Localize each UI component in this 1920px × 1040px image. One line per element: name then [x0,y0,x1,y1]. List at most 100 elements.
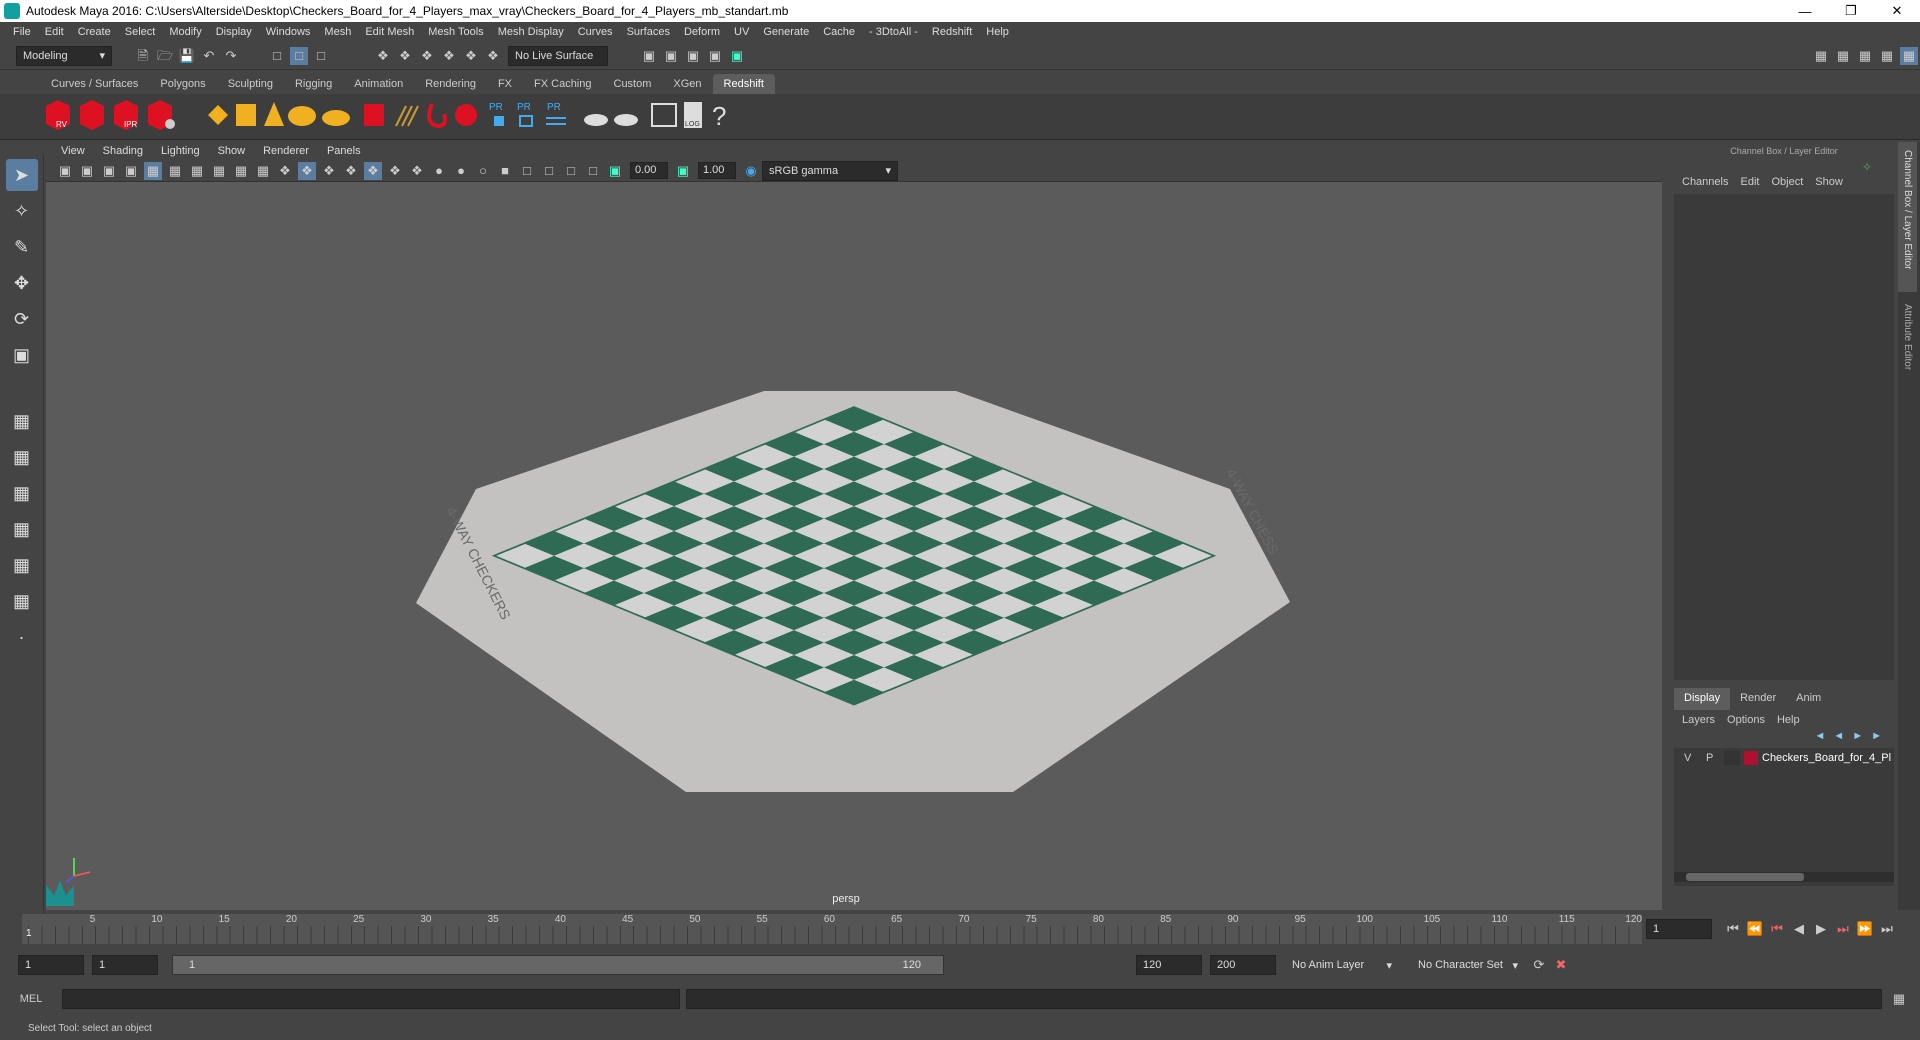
menu-curves[interactable]: Curves [571,26,620,38]
checkers-board-model[interactable]: 4-WAY CHECKERS 4-WAY CHESS persp [46,182,1662,910]
rs-sphere-icon[interactable] [455,104,477,126]
rs-curve-icon[interactable] [427,103,448,129]
layer-visibility-toggle[interactable]: V [1684,752,1706,764]
make-live-icon[interactable]: ❖ [484,47,502,65]
vp-menu-lighting[interactable]: Lighting [152,145,209,157]
tab-rendering[interactable]: Rendering [414,74,487,94]
camera-attr-icon[interactable]: ▣ [78,162,96,180]
menu-help[interactable]: Help [979,26,1016,38]
pr-export-icon[interactable]: PR [517,102,533,127]
menu-mesh[interactable]: Mesh [317,26,358,38]
layout-single-icon[interactable]: ▦ [6,405,38,437]
go-to-end-icon[interactable]: ⏭ [1878,920,1896,938]
cb-menu-show[interactable]: Show [1809,176,1849,194]
image-plane-icon[interactable]: ▣ [122,162,140,180]
film-gate-icon[interactable]: ▦ [166,162,184,180]
tab-sculpting[interactable]: Sculpting [217,74,284,94]
use-lights-icon[interactable]: ❖ [386,162,404,180]
rs-portal-light-icon[interactable] [236,104,256,126]
tab-xgen[interactable]: XGen [662,74,712,94]
go-to-start-icon[interactable]: ⏮ [1724,920,1742,938]
menu-uv[interactable]: UV [727,26,756,38]
rs-dome-light-icon[interactable] [288,106,316,126]
restore-icon[interactable]: ❐ [1828,3,1874,19]
menu-select[interactable]: Select [118,26,163,38]
layout-two-icon[interactable]: ▦ [6,477,38,509]
wireframe-shaded-icon[interactable]: ❖ [320,162,338,180]
shadows-icon[interactable]: ❖ [408,162,426,180]
play-backwards-icon[interactable]: ◀ [1790,920,1808,938]
hypershade-icon[interactable]: ▣ [728,47,746,65]
rs-render-view-icon[interactable]: RV [46,100,70,130]
textured-icon[interactable]: ❖ [364,161,382,180]
cb-menu-object[interactable]: Object [1765,176,1809,194]
rotate-tool-icon[interactable]: ⟳ [6,303,38,335]
layer-name[interactable]: Checkers_Board_for_4_Pl [1762,752,1891,764]
step-back-icon[interactable]: ⏪ [1746,920,1764,938]
snap-curve-icon[interactable]: ❖ [396,47,414,65]
anim-prefs-icon[interactable]: ✖ [1552,956,1570,974]
vp-menu-view[interactable]: View [52,145,94,157]
redo-icon[interactable]: ↷ [222,47,240,65]
outliner-toggle-icon[interactable]: ▦ [1834,47,1852,65]
step-forward-icon[interactable]: ⏩ [1856,920,1874,938]
menu-3dtoall[interactable]: - 3DtoAll - [862,26,925,38]
time-slider[interactable]: 5 10 15 20 25 30 35 40 45 50 55 60 65 70… [22,914,1642,944]
scale-tool-icon[interactable]: ▣ [6,339,38,371]
tab-render[interactable]: Render [1730,688,1786,710]
viewport-persp[interactable]: 4-WAY CHECKERS 4-WAY CHESS persp [46,182,1662,910]
safe-action-icon[interactable]: ▦ [254,162,272,180]
menu-redshift[interactable]: Redshift [925,26,979,38]
rs-bowl-icon[interactable] [584,114,608,126]
tab-display[interactable]: Display [1674,688,1731,710]
undo-icon[interactable]: ↶ [200,47,218,65]
wireframe-icon[interactable]: ❖ [276,162,294,180]
layer-playback-toggle[interactable]: P [1706,752,1724,764]
snap-view-icon[interactable]: ❖ [440,47,458,65]
close-icon[interactable]: ✕ [1874,3,1920,19]
vp-menu-renderer[interactable]: Renderer [254,145,318,157]
snap-point-icon[interactable]: ❖ [418,47,436,65]
play-forwards-icon[interactable]: ▶ [1812,920,1830,938]
render-frame-icon[interactable]: ▣ [662,47,680,65]
xray-icon[interactable]: □ [540,162,558,180]
side-tab-channel-box[interactable]: Channel Box / Layer Editor [1898,142,1917,292]
layout-more-icon[interactable]: · [6,621,38,653]
menu-edit-mesh[interactable]: Edit Mesh [358,26,421,38]
playback-end-field[interactable]: 120 [1136,955,1202,975]
side-tab-attribute-editor[interactable]: Attribute Editor [1898,296,1917,378]
menu-display[interactable]: Display [209,26,259,38]
layer-type-toggle[interactable] [1724,751,1740,765]
grid-icon[interactable]: ▦ [144,161,162,180]
command-input[interactable] [62,989,680,1009]
resolution-gate-icon[interactable]: ▦ [188,162,206,180]
menu-modify[interactable]: Modify [162,26,208,38]
tab-anim[interactable]: Anim [1786,688,1831,710]
menu-mesh-tools[interactable]: Mesh Tools [421,26,490,38]
select-component-icon[interactable]: □ [312,47,330,65]
layer-menu-options[interactable]: Options [1721,714,1771,726]
end-time-field[interactable]: 200 [1210,955,1276,975]
vp-menu-shading[interactable]: Shading [94,145,152,157]
tab-curves-surfaces[interactable]: Curves / Surfaces [40,74,149,94]
menu-file[interactable]: File [6,26,38,38]
live-surface-field[interactable]: No Live Surface [508,45,608,66]
anim-layer-dropdown[interactable]: No Anim Layer ▾ [1286,955,1398,975]
color-management-icon[interactable]: ◉ [742,162,760,180]
rs-bowl2-icon[interactable] [614,114,638,126]
playback-start-field[interactable]: 1 [92,955,158,975]
character-set-dropdown[interactable]: No Character Set ▾ [1412,955,1524,975]
layer-color-swatch[interactable] [1744,751,1758,765]
rs-hair-icon[interactable] [395,105,419,127]
tab-animation[interactable]: Animation [343,74,414,94]
channel-box-toggle-icon[interactable]: ▦ [1856,47,1874,65]
layout-graph-icon[interactable]: ▦ [6,549,38,581]
gamma-field[interactable]: 1.00 [698,162,736,179]
layer-menu-help[interactable]: Help [1771,714,1806,726]
rs-render-icon[interactable] [80,100,104,130]
select-tool-icon[interactable]: ➤ [5,159,38,191]
pr-shape-icon[interactable]: PR [489,102,504,126]
gamma-icon[interactable]: ▣ [674,162,692,180]
select-object-icon[interactable]: □ [290,46,308,65]
layer-scrollbar[interactable] [1674,872,1894,882]
